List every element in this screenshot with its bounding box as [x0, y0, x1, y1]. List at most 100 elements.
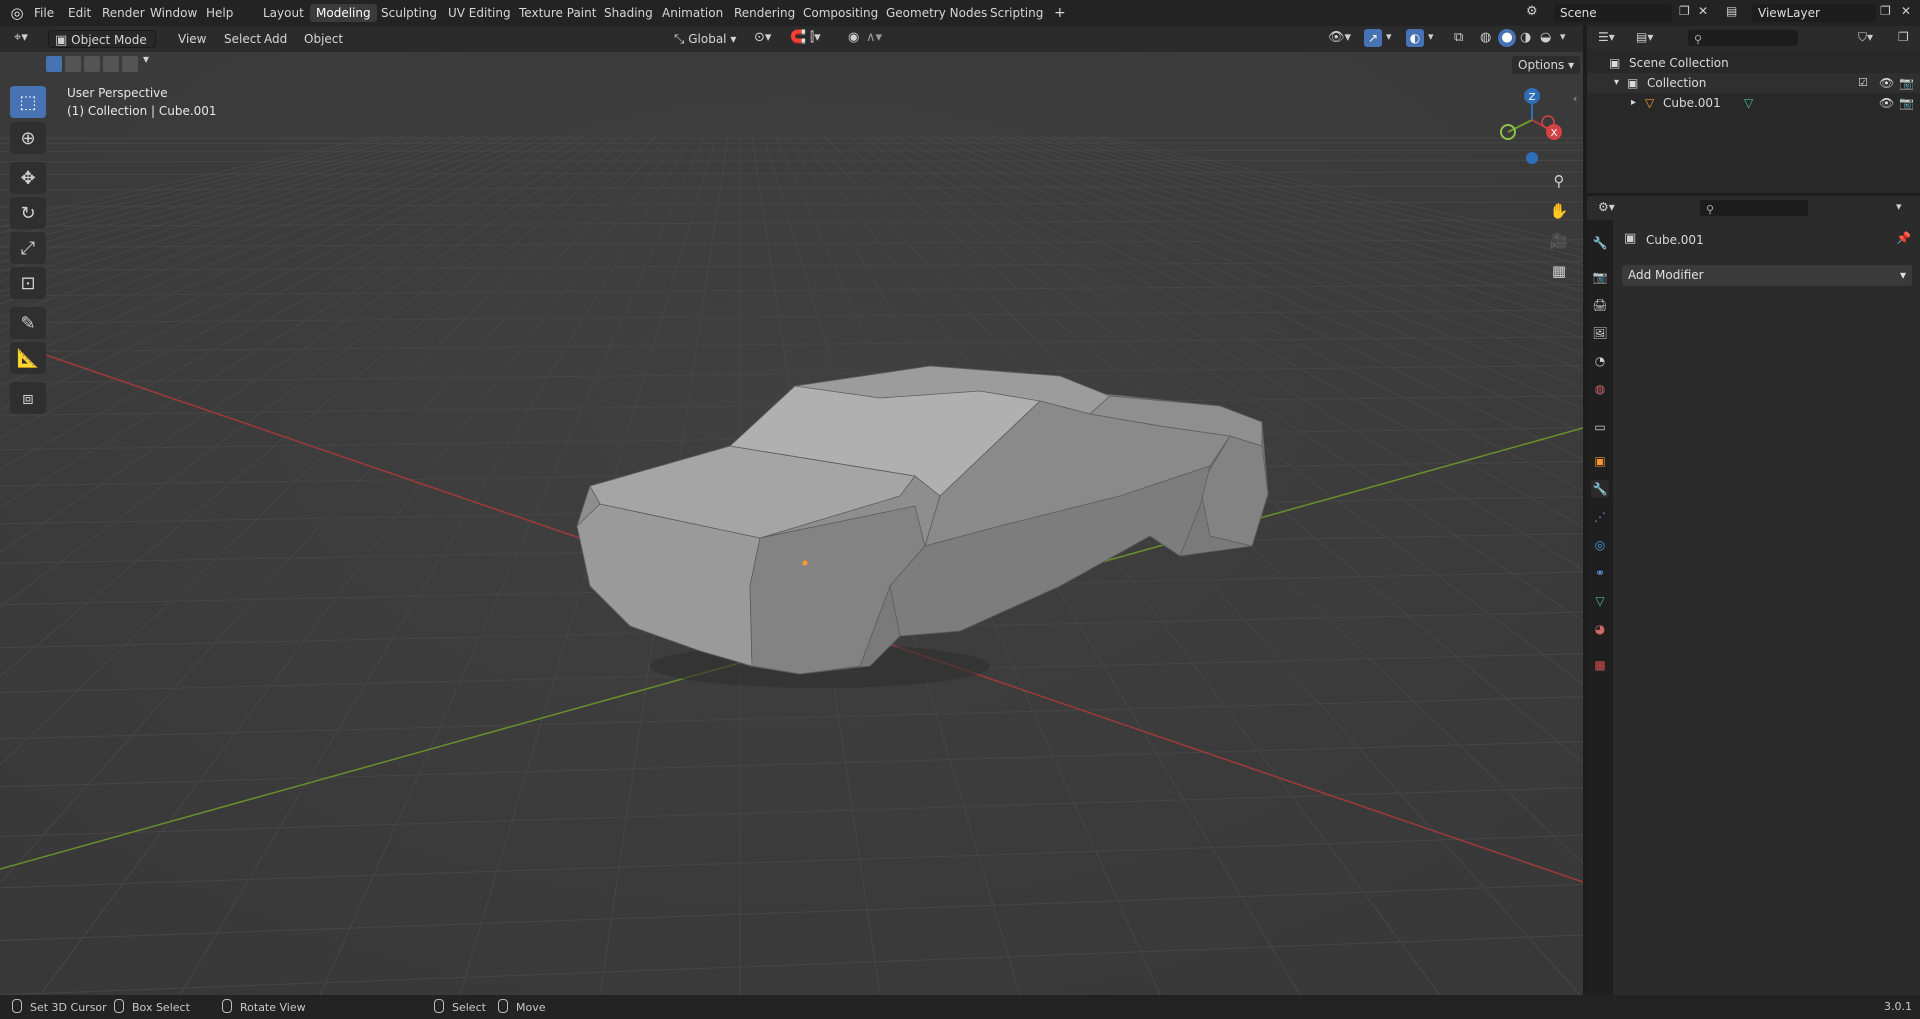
menu-edit[interactable]: Edit [62, 4, 97, 22]
outliner-object-cube[interactable]: ▸ ▽ Cube.001 ▽ 👁 📷 [1587, 93, 1920, 113]
eye-icon[interactable]: 👁 [1879, 93, 1894, 113]
tab-rendering[interactable]: Rendering [728, 4, 801, 22]
tab-render[interactable]: 📷 [1591, 268, 1609, 286]
falloff-icon[interactable]: ∧▾ [866, 30, 882, 45]
tab-data[interactable]: ▽ [1591, 592, 1609, 610]
expand-icon[interactable]: ▸ [1631, 93, 1636, 113]
tool-add-cube[interactable]: ⧈ [10, 382, 46, 414]
tool-cursor[interactable]: ⊕ [10, 122, 46, 154]
tool-transform[interactable]: ⊡ [10, 267, 46, 299]
pan-button[interactable]: ✋ [1546, 198, 1572, 224]
display-mode-icon[interactable]: ▤▾ [1636, 30, 1653, 44]
scene-icon[interactable]: ⚙ [1526, 4, 1538, 19]
gizmo-neg-x[interactable] [1541, 115, 1555, 129]
add-workspace-button[interactable]: + [1048, 4, 1072, 22]
tool-select-box[interactable]: ⬚ [10, 86, 46, 118]
proportional-edit-icon[interactable]: ◉ [848, 30, 859, 45]
tab-particles[interactable]: ⋰ [1591, 508, 1609, 526]
tab-scripting[interactable]: Scripting [984, 4, 1049, 22]
visibility-selectability-icon[interactable]: 👁▾ [1328, 30, 1351, 45]
copy-view-layer-icon[interactable]: ❐ [1880, 4, 1891, 18]
pin-icon[interactable]: 📌 [1896, 231, 1911, 245]
xray-toggle-icon[interactable]: ⧉ [1454, 30, 1463, 45]
tab-object[interactable]: ▣ [1591, 452, 1609, 470]
editor-type-icon[interactable]: ⌖▾ [14, 30, 28, 45]
properties-options-chevron-icon[interactable]: ▾ [1896, 200, 1902, 213]
new-collection-icon[interactable]: ❐ [1898, 30, 1909, 44]
tool-rotate[interactable]: ↻ [10, 197, 46, 229]
gizmo-toggle-icon[interactable]: ↗ [1364, 29, 1382, 47]
tab-world[interactable]: ◍ [1591, 380, 1609, 398]
tab-shading[interactable]: Shading [598, 4, 659, 22]
checkbox-icon[interactable]: ☑ [1858, 73, 1868, 93]
navigation-gizmo[interactable]: Z X [1490, 82, 1570, 172]
menu-view[interactable]: View [172, 30, 212, 48]
menu-render[interactable]: Render [96, 4, 151, 22]
camera-view-button[interactable]: 🎥 [1546, 228, 1572, 254]
transform-orientation-selector[interactable]: ⤡ Global ▾ [668, 30, 742, 48]
outliner-search-input[interactable]: ⚲ [1688, 30, 1798, 46]
shading-wireframe-icon[interactable]: ◍ [1480, 30, 1491, 45]
properties-search-input[interactable]: ⚲ [1700, 200, 1808, 216]
select-extend-icon[interactable] [65, 56, 81, 72]
tool-annotate[interactable]: ✎ [10, 307, 46, 339]
tab-view-layer[interactable]: 🖼 [1591, 324, 1609, 342]
view-layer-icon[interactable]: ▤ [1726, 4, 1737, 18]
menu-window[interactable]: Window [144, 4, 203, 22]
shading-material-icon[interactable]: ◑ [1520, 30, 1531, 45]
3d-viewport[interactable] [0, 26, 1583, 995]
outliner-editor-type-icon[interactable]: ☰▾ [1598, 30, 1615, 44]
copy-scene-icon[interactable]: ❐ [1679, 4, 1690, 18]
snap-icon[interactable]: 🧲 [790, 30, 806, 45]
tab-modifier[interactable]: 🔧 [1591, 480, 1609, 498]
view-layer-selector[interactable]: ViewLayer [1752, 4, 1876, 22]
outliner-scene-collection[interactable]: ▣ Scene Collection [1587, 53, 1920, 73]
gizmo-neg-z[interactable] [1526, 152, 1538, 164]
tab-collection[interactable]: ▭ [1591, 418, 1609, 436]
tab-constraints[interactable]: ⚭ [1591, 564, 1609, 582]
tab-physics[interactable]: ◎ [1591, 536, 1609, 554]
eye-icon[interactable]: 👁 [1879, 73, 1894, 93]
tab-texture-paint[interactable]: Texture Paint [513, 4, 602, 22]
perspective-toggle-button[interactable]: ▦ [1546, 258, 1572, 284]
scene-selector[interactable]: Scene [1554, 4, 1672, 22]
tab-layout[interactable]: Layout [257, 4, 310, 22]
tab-scene[interactable]: ◔ [1591, 352, 1609, 370]
filter-icon[interactable]: ⛉▾ [1858, 30, 1873, 45]
sidebar-toggle-icon[interactable]: ‹ [1573, 92, 1577, 105]
tool-move[interactable]: ✥ [10, 162, 46, 194]
shading-rendered-icon[interactable]: ◒ [1540, 30, 1551, 45]
camera-render-icon[interactable]: 📷 [1899, 93, 1914, 113]
select-new-icon[interactable] [46, 56, 62, 72]
mode-selector[interactable]: ▣ Object Mode ▾ [48, 30, 156, 66]
tab-uv-editing[interactable]: UV Editing [442, 4, 517, 22]
blender-logo-icon[interactable]: ◎ [8, 4, 26, 22]
tab-sculpting[interactable]: Sculpting [375, 4, 443, 22]
close-view-layer-icon[interactable]: ✕ [1901, 4, 1911, 18]
menu-object[interactable]: Object [298, 30, 349, 48]
shading-options-chevron-icon[interactable]: ▾ [1560, 30, 1566, 43]
tab-tool[interactable]: 🔧 [1591, 234, 1609, 252]
overlays-toggle-icon[interactable]: ◐ [1406, 29, 1424, 47]
outliner-collection[interactable]: ▾ ▣ Collection ☑ 👁 📷 [1587, 73, 1920, 93]
menu-help[interactable]: Help [200, 4, 239, 22]
select-subtract-icon[interactable] [84, 56, 100, 72]
snap-target-icon[interactable]: ⫿▾ [810, 30, 821, 45]
expand-collapse-icon[interactable]: ▾ [1614, 73, 1619, 93]
tool-scale[interactable]: ⤢ [10, 232, 46, 264]
overlays-options-chevron-icon[interactable]: ▾ [1428, 30, 1434, 43]
select-invert-icon[interactable] [103, 56, 119, 72]
gizmo-options-chevron-icon[interactable]: ▾ [1386, 30, 1392, 43]
tab-output[interactable]: 🖨 [1591, 296, 1609, 314]
tab-texture[interactable]: ▩ [1591, 656, 1609, 674]
add-modifier-dropdown[interactable]: Add Modifier ▾ [1622, 265, 1912, 286]
close-scene-icon[interactable]: ✕ [1698, 4, 1708, 18]
tab-material[interactable]: ◕ [1591, 620, 1609, 638]
camera-render-icon[interactable]: 📷 [1899, 73, 1914, 93]
tab-compositing[interactable]: Compositing [797, 4, 884, 22]
shading-solid-icon[interactable]: ● [1498, 29, 1516, 47]
tool-measure[interactable]: 📐 [10, 342, 46, 374]
pivot-icon[interactable]: ⊙▾ [754, 30, 771, 45]
zoom-button[interactable]: ⚲ [1546, 168, 1572, 194]
options-button[interactable]: Options ▾ [1512, 56, 1581, 74]
